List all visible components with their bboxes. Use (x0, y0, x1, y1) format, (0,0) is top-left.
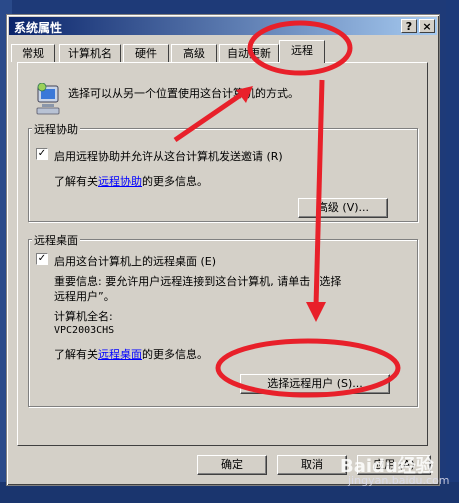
title-bar[interactable]: 系统属性 ? × (9, 17, 437, 35)
remote-assistance-legend: 远程协助 (32, 121, 80, 137)
remote-desktop-link[interactable]: 远程桌面 (98, 348, 142, 361)
computer-full-name-value: VPC2003CHS (54, 325, 115, 336)
desktop-edge-right (446, 0, 459, 503)
tab-automatic-updates[interactable]: 自动更新 (219, 44, 279, 62)
ok-button[interactable]: 确定 (197, 455, 267, 475)
window-title: 系统属性 (14, 21, 63, 35)
remote-desktop-legend: 远程桌面 (32, 232, 80, 248)
remote-assistance-link[interactable]: 远程协助 (98, 175, 142, 188)
remote-computer-icon (36, 83, 60, 115)
remote-tab-panel: 选择可以从另一个位置使用这台计算机的方式。 远程协助 ✓ 启用远程协助并允许从这… (17, 62, 428, 446)
tab-advanced[interactable]: 高级 (171, 44, 217, 62)
important-info-line2: 远程用户”。 (54, 290, 115, 303)
tab-remote[interactable]: 远程 (279, 40, 325, 63)
close-button[interactable]: × (419, 19, 435, 33)
tab-general[interactable]: 常规 (11, 44, 55, 62)
help-button[interactable]: ? (401, 19, 417, 33)
important-info-line1: 重要信息: 要允许用户远程连接到这台计算机, 请单击 “选择 (54, 275, 342, 288)
remote-assistance-checkbox[interactable]: ✓ (36, 148, 48, 160)
remote-desktop-learn-more: 了解有关远程桌面的更多信息。 (54, 348, 208, 361)
advanced-button[interactable]: 高级 (V)... (298, 198, 388, 218)
cancel-button[interactable]: 取消 (277, 455, 347, 475)
tab-computer-name[interactable]: 计算机名 (59, 44, 121, 62)
select-remote-users-button[interactable]: 选择远程用户 (S)... (240, 374, 390, 394)
remote-desktop-checkbox[interactable]: ✓ (36, 253, 48, 265)
remote-desktop-checkbox-label[interactable]: 启用这台计算机上的远程桌面 (E) (54, 253, 216, 269)
screenshot: 系统属性 ? × 常规 计算机名 硬件 高级 自动更新 远程 选择可以从另一个位… (0, 0, 459, 503)
intro-text: 选择可以从另一个位置使用这台计算机的方式。 (68, 87, 299, 100)
remote-assistance-checkbox-label[interactable]: 启用远程协助并允许从这台计算机发送邀请 (R) (54, 148, 283, 164)
tab-hardware[interactable]: 硬件 (123, 44, 169, 62)
system-properties-dialog: 系统属性 ? × 常规 计算机名 硬件 高级 自动更新 远程 选择可以从另一个位… (6, 14, 440, 486)
computer-full-name-label: 计算机全名: (54, 310, 113, 323)
remote-assistance-learn-more: 了解有关远程协助的更多信息。 (54, 175, 208, 188)
baidu-watermark-url: jingyan.baidu.com (348, 474, 450, 487)
